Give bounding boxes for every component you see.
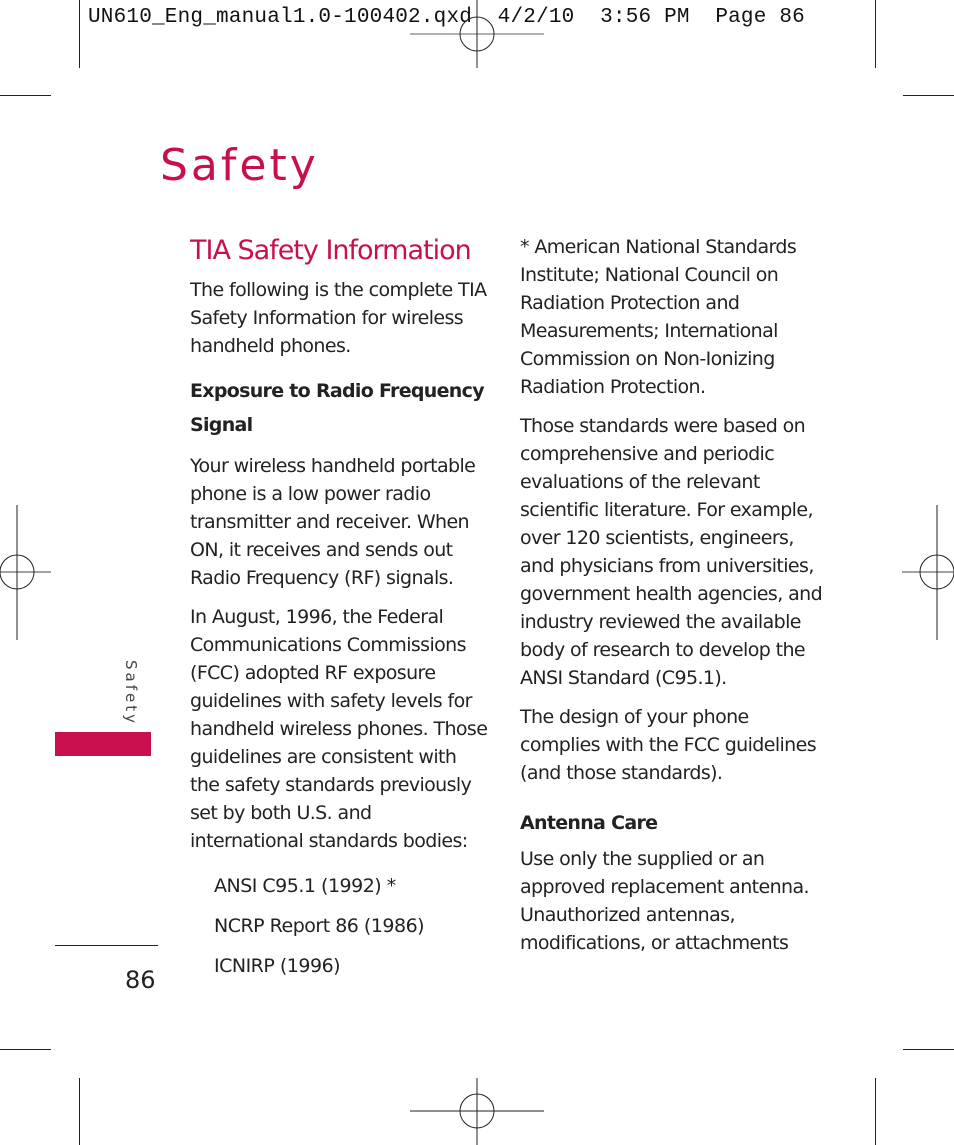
standards-list-item: ANSI C95.1 (1992) * (214, 875, 396, 897)
paragraph-antenna-care: Use only the supplied or an approved rep… (520, 848, 810, 954)
paragraph-standards-basis: Those standards were based on comprehens… (520, 415, 823, 689)
subheading-antenna-care: Antenna Care (520, 812, 658, 834)
registration-mark-bottom-icon (410, 1078, 544, 1145)
standards-list-item: ICNIRP (1996) (214, 955, 341, 977)
registration-mark-top-icon (410, 0, 544, 68)
crop-mark-bottom-right-v (875, 1078, 876, 1145)
crop-mark-bottom-left-h (0, 1049, 51, 1050)
subheading-rf-exposure: Exposure to Radio Frequency Signal (190, 380, 485, 436)
slug-time: 3:56 PM (600, 6, 690, 29)
paragraph-phone-compliance: The design of your phone complies with t… (520, 706, 817, 784)
crop-mark-top-right-h (903, 95, 954, 96)
standards-list-item: NCRP Report 86 (1986) (214, 915, 425, 937)
left-column: TIA Safety Information The following is … (190, 232, 490, 986)
crop-mark-bottom-left-v (79, 1078, 80, 1145)
footer-rule (55, 945, 158, 946)
side-tab-label: Safety (122, 660, 140, 726)
page-title: Safety (160, 140, 319, 191)
registration-mark-right-icon (902, 505, 954, 640)
crop-mark-top-left-v (79, 0, 80, 68)
registration-mark-left-icon (0, 505, 51, 640)
intro-paragraph: The following is the complete TIA Safety… (190, 279, 487, 357)
paragraph-rf-transmitter: Your wireless handheld portable phone is… (190, 455, 476, 589)
paragraph-fcc-guidelines: In August, 1996, the Federal Communicati… (190, 606, 488, 852)
right-column: * American National Standards Institute;… (520, 233, 830, 968)
section-title: TIA Safety Information (190, 235, 472, 266)
standards-list: ANSI C95.1 (1992) * NCRP Report 86 (1986… (190, 866, 490, 986)
footnote-paragraph: * American National Standards Institute;… (520, 236, 797, 398)
slug-page: Page 86 (715, 6, 805, 29)
crop-mark-bottom-right-h (903, 1049, 954, 1050)
crop-mark-top-left-h (0, 95, 51, 96)
page-number: 86 (125, 966, 156, 994)
side-tab-marker (55, 732, 151, 756)
crop-mark-top-right-v (875, 0, 876, 68)
